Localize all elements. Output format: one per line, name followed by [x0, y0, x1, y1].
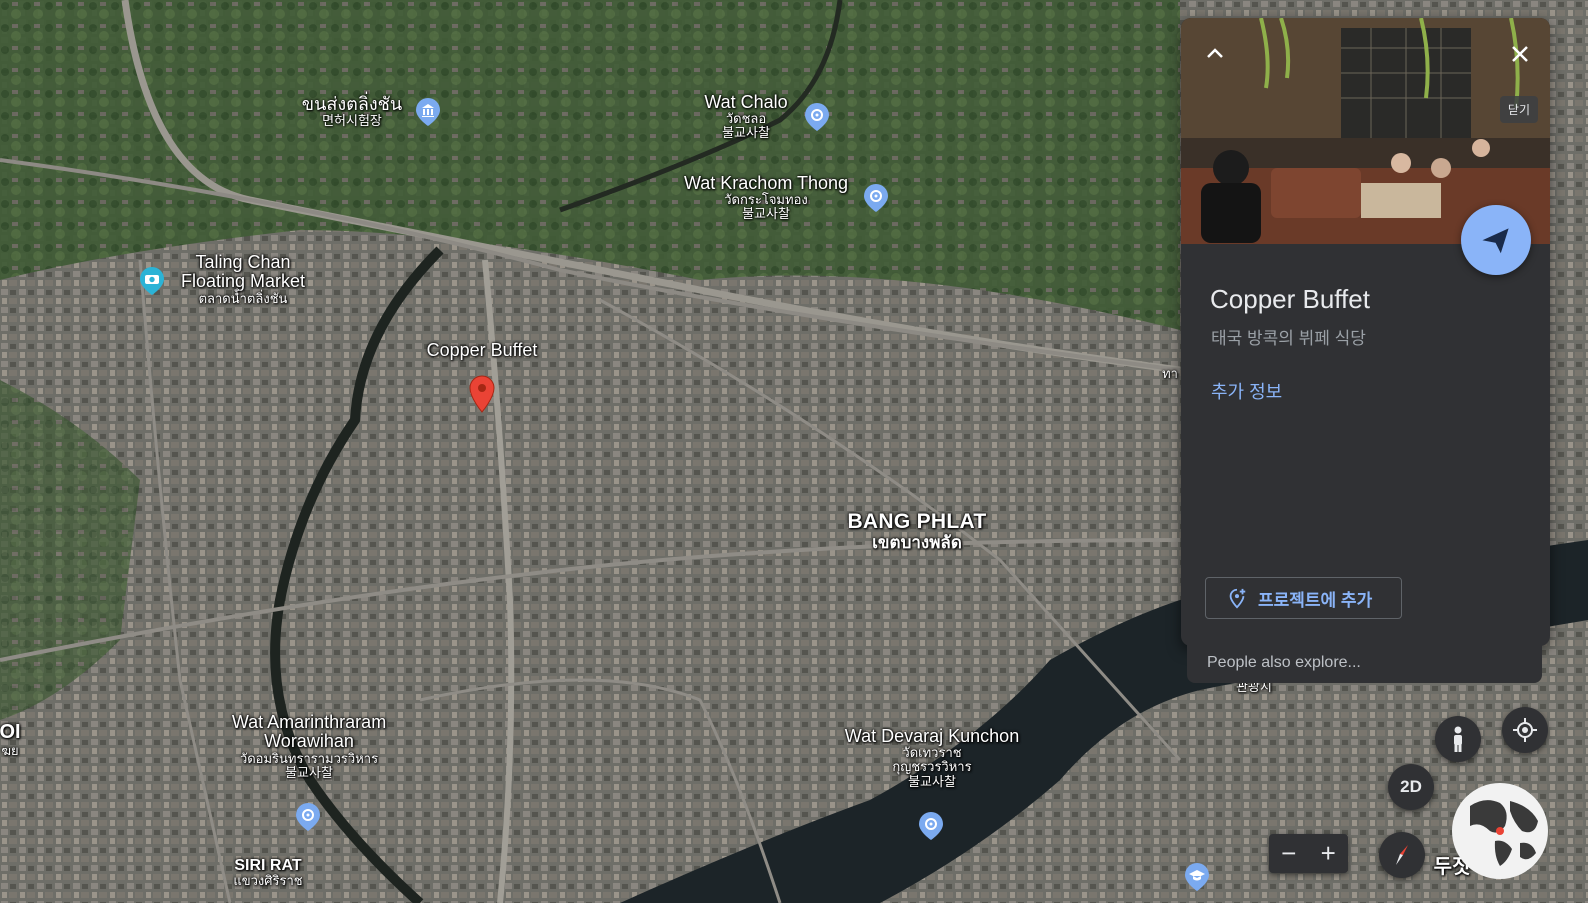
- map-label-copper-buffet[interactable]: Copper Buffet: [427, 340, 538, 360]
- close-panel-button[interactable]: [1504, 38, 1536, 70]
- map-label-taling-chan[interactable]: Taling Chan Floating Market ตลาดน้ำตลิ่ง…: [181, 252, 305, 306]
- pegman-icon: [1454, 726, 1462, 752]
- close-icon: [1512, 46, 1528, 62]
- directions-button[interactable]: [1461, 205, 1531, 275]
- my-location-button[interactable]: [1502, 707, 1548, 753]
- map-label-left-edge[interactable]: OI ฆย: [0, 721, 21, 758]
- place-subtitle: 태국 방콕의 뷔페 식당: [1211, 329, 1366, 348]
- buddhist-temple-icon[interactable]: [295, 802, 321, 832]
- camera-icon[interactable]: [139, 266, 165, 296]
- buddhist-temple-icon[interactable]: [918, 811, 944, 841]
- collapse-panel-button[interactable]: [1199, 38, 1231, 70]
- map-label-right-edge-1: ทา: [1162, 366, 1178, 381]
- plus-icon: +: [1320, 838, 1336, 868]
- add-to-project-label: 프로젝트에 추가: [1258, 590, 1373, 610]
- add-location-icon: [1229, 588, 1246, 609]
- museum-icon[interactable]: [415, 97, 441, 127]
- add-to-project-button[interactable]: 프로젝트에 추가: [1205, 577, 1402, 619]
- map-label-wat-chalo[interactable]: Wat Chalo วัดชลอ 불교사찰: [704, 92, 787, 141]
- zoom-out-button[interactable]: −: [1269, 834, 1309, 873]
- zoom-in-button[interactable]: +: [1309, 834, 1349, 873]
- more-info-link[interactable]: 추가 정보: [1211, 378, 1282, 404]
- minus-icon: −: [1281, 838, 1297, 868]
- zoom-controls: − +: [1269, 834, 1348, 873]
- buddhist-temple-icon[interactable]: [863, 183, 889, 213]
- compass-button[interactable]: [1379, 832, 1425, 878]
- send-icon: [1482, 228, 1509, 254]
- compass-icon: [1396, 845, 1408, 865]
- red-pin-icon[interactable]: [469, 375, 495, 413]
- toggle-2d-button[interactable]: 2D: [1388, 764, 1434, 810]
- my-location-icon: [1513, 718, 1537, 742]
- chevron-up-icon: [1207, 48, 1223, 58]
- place-info-panel: 닫기 Copper Buffet 태국 방콕의 뷔페 식당 추가 정보 프로젝트…: [1181, 18, 1550, 646]
- pegman-button[interactable]: [1435, 716, 1481, 762]
- globe-minimap[interactable]: [1450, 781, 1550, 881]
- map-label-wat-krachom[interactable]: Wat Krachom Thong วัดกระโจมทอง 불교사찰: [684, 173, 848, 222]
- close-tooltip: 닫기: [1499, 96, 1538, 123]
- buddhist-temple-icon[interactable]: [804, 102, 830, 132]
- map-label-wat-amarin[interactable]: Wat Amarinthraram Worawihan วัดอมรินทราร…: [232, 712, 386, 780]
- school-icon[interactable]: [1184, 862, 1210, 892]
- place-title: Copper Buffet: [1210, 284, 1370, 314]
- map-label-bang-phlat[interactable]: BANG PHLAT เขตบางพลัด: [847, 510, 986, 552]
- map-label-siri-rat[interactable]: SIRI RAT แขวงศิริราช: [233, 857, 302, 888]
- map-label-wat-devaraj[interactable]: Wat Devaraj Kunchon วัดเทวราช กุญชรวรวิห…: [845, 726, 1019, 789]
- people-also-explore[interactable]: People also explore...: [1187, 644, 1542, 683]
- map-label-khon-song[interactable]: ขนส่งตลิ่งชัน 면허시험장: [302, 94, 402, 128]
